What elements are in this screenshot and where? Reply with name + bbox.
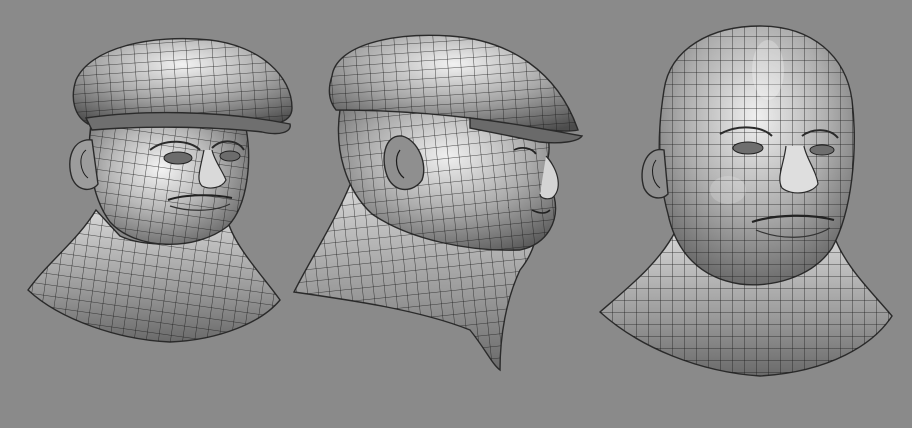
ear-3	[641, 149, 669, 199]
right-eye	[809, 144, 835, 156]
left-eye	[732, 141, 764, 155]
head-model-1	[27, 37, 293, 343]
head-model-3	[598, 25, 893, 377]
head-model-2	[292, 34, 584, 372]
scene-canvas	[27, 25, 893, 377]
flat-cap-1	[72, 37, 293, 135]
render-viewport	[0, 0, 912, 428]
